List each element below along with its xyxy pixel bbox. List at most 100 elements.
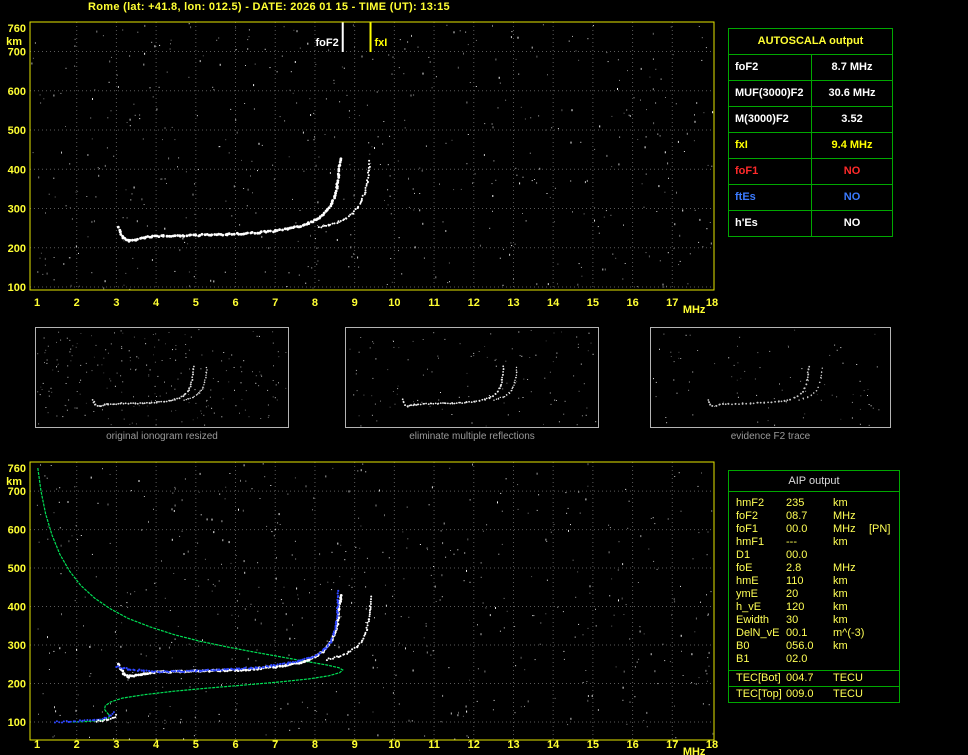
- station-header: Rome (lat: +41.8, lon: 012.5) - DATE: 20…: [88, 1, 450, 13]
- y-tick-label: 500: [8, 563, 26, 575]
- thumbnail-caption-original: original ionogram resized: [106, 431, 218, 442]
- y-tick-label: 500: [8, 125, 26, 137]
- aip-param: hmF1: [736, 536, 765, 548]
- aip-value: 00.0: [786, 549, 808, 561]
- aip-param: B0: [736, 640, 750, 652]
- aip-param: ymE: [736, 588, 758, 600]
- x-tick-label: 9: [352, 297, 358, 309]
- aip-tec-unit: TECU: [833, 672, 863, 684]
- aip-row-7: ymE 20 km: [729, 588, 899, 601]
- top-ionogram-plot: foF2 fxI100200300400500600700760km1 2 3 4 5 6 7…: [6, 21, 718, 316]
- x-tick-label: 11: [428, 297, 440, 309]
- autoscala-row-5: ftEs NO: [729, 185, 892, 211]
- y-tick-label: 100: [8, 717, 26, 729]
- aip-row-10: DelN_vE 00.1 m^(-3): [729, 627, 899, 640]
- y-axis-unit-label: km: [6, 36, 22, 48]
- autoscala-param: MUF(3000)F2: [729, 81, 812, 106]
- x-tick-label: 17: [666, 297, 678, 309]
- aip-tec-value: 004.7: [786, 672, 814, 684]
- x-tick-label: 12: [468, 739, 480, 751]
- aip-unit: km: [833, 601, 848, 613]
- x-tick-label: 4: [153, 297, 160, 309]
- y-tick-label: 300: [8, 640, 26, 652]
- x-tick-label: 13: [507, 297, 519, 309]
- y-tick-label: 700: [8, 47, 26, 59]
- x-tick-label: 14: [547, 739, 560, 751]
- autoscala-row-3: fxI 9.4 MHz: [729, 133, 892, 159]
- aip-unit: MHz: [833, 523, 856, 535]
- autoscala-param: M(3000)F2: [729, 107, 812, 132]
- aip-tec-row-1: TEC[Top] 009.0 TECU: [729, 686, 899, 702]
- aip-tec-value: 009.0: [786, 688, 814, 700]
- x-tick-label: 8: [312, 297, 318, 309]
- x-tick-label: 1: [34, 297, 40, 309]
- autoscala-table-title: AUTOSCALA output: [729, 29, 892, 55]
- marker-label-foF2: foF2: [316, 37, 339, 49]
- marker-label-fxI: fxI: [375, 37, 388, 49]
- aip-tec-unit: TECU: [833, 688, 863, 700]
- aip-param: Ewidth: [736, 614, 770, 626]
- aip-unit: km: [833, 640, 848, 652]
- autoscala-row-0: foF2 8.7 MHz: [729, 55, 892, 81]
- autoscala-value: 30.6 MHz: [828, 87, 876, 99]
- x-tick-label: 3: [113, 297, 119, 309]
- x-tick-label: 5: [193, 739, 199, 751]
- aip-row-1: foF2 08.7 MHz: [729, 510, 899, 523]
- y-tick-label: 760: [8, 463, 26, 475]
- aip-unit: MHz: [833, 510, 856, 522]
- x-tick-label: 18: [706, 739, 718, 751]
- aip-value: 30: [786, 614, 799, 626]
- top-ionogram-chart: foF2 fxI 100 200 300 400 500 600 700 760 km 1 2 3 4 5 6 7…: [0, 14, 724, 319]
- x-tick-label: 17: [666, 739, 678, 751]
- x-tick-label: 15: [587, 739, 599, 751]
- y-tick-label: 200: [8, 679, 26, 691]
- y-tick-label: 100: [8, 282, 26, 294]
- x-tick-label: 15: [587, 297, 599, 309]
- aip-param: D1: [736, 549, 751, 561]
- thumb-1-plot: [349, 330, 597, 427]
- aip-value: 02.0: [786, 653, 808, 665]
- autoscala-value: NO: [843, 165, 861, 177]
- y-tick-label: 400: [8, 602, 26, 614]
- x-tick-label: 16: [626, 739, 638, 751]
- aip-param: B1: [736, 653, 750, 665]
- x-tick-label: 7: [272, 297, 278, 309]
- aip-row-4: D1 00.0: [729, 549, 899, 562]
- x-tick-label: 11: [428, 739, 440, 751]
- x-tick-label: 10: [388, 739, 400, 751]
- x-tick-label: 6: [232, 297, 238, 309]
- thumbnail-original-ionogram: [35, 327, 289, 428]
- aip-output-table: AIP output hmF2 235 km foF2 08.7 MHz foF1 00.0 M…: [728, 470, 900, 703]
- aip-value: 00.1: [786, 627, 808, 639]
- y-tick-label: 600: [8, 86, 26, 98]
- aip-param: DelN_vE: [736, 627, 780, 639]
- x-tick-label: 8: [312, 739, 318, 751]
- x-tick-label: 2: [74, 297, 80, 309]
- aip-value: 2.8: [786, 562, 802, 574]
- x-tick-label: 10: [388, 297, 400, 309]
- aip-rows: hmF2 235 km foF2 08.7 MHz foF1 00.0 MHz [PN] hmF1 -…: [729, 492, 899, 670]
- aip-unit: km: [833, 575, 848, 587]
- autoscala-value: 9.4 MHz: [831, 139, 873, 151]
- y-tick-label: 400: [8, 164, 26, 176]
- aip-value: 120: [786, 601, 805, 613]
- autoscala-row-4: foF1 NO: [729, 159, 892, 185]
- aip-row-6: hmE 110 km: [729, 575, 899, 588]
- y-tick-label: 300: [8, 204, 26, 216]
- y-tick-label: 200: [8, 243, 26, 255]
- x-tick-label: 13: [507, 739, 519, 751]
- thumbnail-caption-eliminate: eliminate multiple reflections: [409, 431, 535, 442]
- aip-unit: MHz: [833, 562, 856, 574]
- aip-note: [PN]: [869, 523, 891, 535]
- autoscala-param: ftEs: [729, 185, 812, 210]
- autoscala-param: foF2: [729, 55, 812, 80]
- autoscala-row-2: M(3000)F2 3.52: [729, 107, 892, 133]
- aip-unit: km: [833, 497, 848, 509]
- thumbnail-evidence-f2-trace: [650, 327, 891, 428]
- aip-row-8: h_vE 120 km: [729, 601, 899, 614]
- autoscala-value: NO: [843, 217, 861, 229]
- autoscala-value: 3.52: [841, 113, 863, 125]
- aip-unit: km: [833, 536, 848, 548]
- aip-value: 110: [786, 575, 804, 587]
- aip-param: h_vE: [736, 601, 762, 613]
